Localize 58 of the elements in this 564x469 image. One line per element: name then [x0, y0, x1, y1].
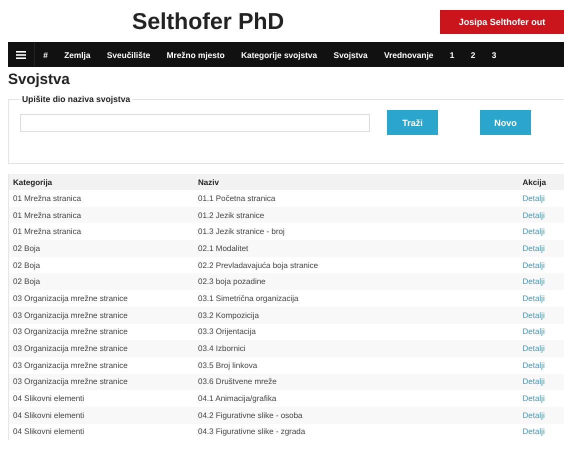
- table-cell: 03 Organizacija mrežne stranice: [8, 306, 194, 324]
- nav-link[interactable]: #: [35, 50, 56, 60]
- details-link[interactable]: Detalji: [522, 327, 545, 336]
- table-cell: 02 Boja: [8, 256, 194, 274]
- table-cell: 02.1 Modalitet: [194, 240, 518, 257]
- table-cell: 03 Organizacija mrežne stranice: [8, 374, 194, 390]
- details-link[interactable]: Detalji: [522, 194, 545, 203]
- details-link[interactable]: Detalji: [522, 394, 545, 404]
- page-title: Svojstva: [8, 71, 71, 88]
- table-cell: 02 Boja: [8, 240, 194, 257]
- column-header: Naziv: [194, 174, 518, 190]
- table-cell: 04 Slikovni elementi: [8, 390, 194, 407]
- nav-link[interactable]: Kategorije svojstva: [232, 50, 326, 60]
- details-link[interactable]: Detalji: [522, 427, 545, 436]
- nav-link[interactable]: Mrežno mjesto: [158, 50, 233, 60]
- table-cell: 04.1 Animacija/grafika: [194, 390, 518, 407]
- logout-button[interactable]: Josipa Selthofer out: [440, 10, 564, 34]
- table-cell: 03 Organizacija mrežne stranice: [8, 324, 194, 340]
- nav-link[interactable]: Sveučilište: [98, 50, 158, 60]
- nav-link[interactable]: Vrednovanje: [376, 50, 442, 60]
- table-cell: 02.3 boja pozadine: [194, 273, 518, 290]
- details-link[interactable]: Detalji: [522, 294, 545, 303]
- table-cell: 01.1 Početna stranica: [194, 190, 518, 207]
- column-header: Kategorija: [8, 174, 194, 190]
- table-cell: 03.2 Kompozicija: [194, 306, 518, 324]
- table-cell: 03.6 Društvene mreže: [194, 374, 518, 390]
- table-cell: 01 Mrežna stranica: [8, 223, 194, 240]
- table-cell: 03.4 Izbornici: [194, 340, 518, 357]
- table-cell: 03 Organizacija mrežne stranice: [8, 290, 194, 307]
- table-cell: 02 Boja: [8, 273, 194, 290]
- table-cell: 01.3 Jezik stranice - broj: [194, 223, 518, 240]
- details-link[interactable]: Detalji: [522, 227, 545, 236]
- table-cell: 03.1 Simetrična organizacija: [194, 290, 518, 307]
- nav-link[interactable]: 1: [442, 50, 463, 60]
- site-title: Selthofer PhD: [132, 8, 284, 34]
- search-field[interactable]: [20, 114, 370, 132]
- table-cell: 03.3 Orijentacija: [194, 324, 518, 340]
- table-cell: 04 Slikovni elementi: [8, 406, 194, 424]
- table-cell: 01.2 Jezik stranice: [194, 206, 518, 224]
- details-link[interactable]: Detalji: [522, 260, 545, 270]
- table-cell: 03 Organizacija mrežne stranice: [8, 340, 194, 357]
- table-cell: 04.2 Figurativne slike - osoba: [194, 406, 518, 424]
- nav-link[interactable]: 2: [462, 50, 484, 60]
- search-button[interactable]: Traži: [387, 110, 438, 135]
- table-cell: 03.5 Broj linkova: [194, 356, 518, 374]
- column-header: Akcija: [518, 174, 564, 190]
- details-link[interactable]: Detalji: [522, 360, 545, 370]
- nav-link[interactable]: Svojstva: [325, 50, 376, 60]
- nav-link[interactable]: 3: [484, 50, 505, 60]
- table-cell: 03 Organizacija mrežne stranice: [8, 356, 194, 374]
- table-cell: 04 Slikovni elementi: [8, 424, 194, 440]
- table-cell: 04.3 Figurativne slike - zgrada: [194, 424, 518, 440]
- table-cell: 02.2 Prevladavajuća boja stranice: [194, 256, 518, 274]
- new-button[interactable]: Novo: [480, 110, 531, 135]
- search-legend: Upišite dio naziva svojstva: [20, 94, 132, 104]
- table-cell: 01 Mrežna stranica: [8, 206, 194, 224]
- table-cell: 01 Mrežna stranica: [8, 190, 194, 207]
- nav-link[interactable]: Zemlja: [56, 50, 99, 60]
